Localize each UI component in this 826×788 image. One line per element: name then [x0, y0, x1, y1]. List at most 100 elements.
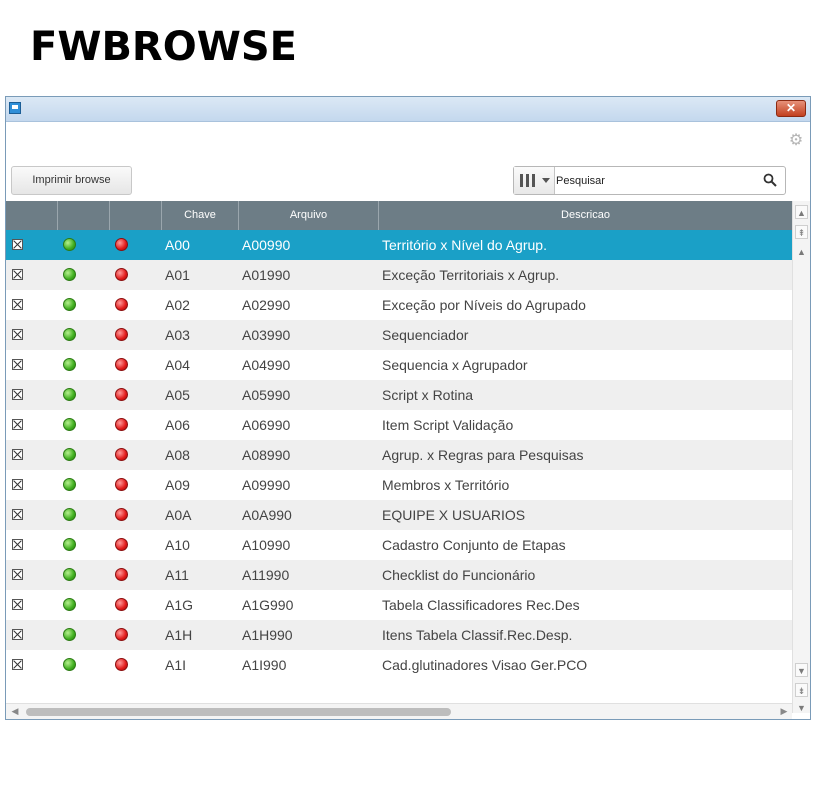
row-mark-checkbox[interactable] — [12, 659, 23, 670]
horizontal-scrollbar[interactable]: ◀ ▶ — [6, 703, 792, 719]
table-row[interactable]: A08 A08990 Agrup. x Regras para Pesquisas — [6, 440, 792, 470]
cell-chave: A06 — [165, 417, 190, 433]
green-status-icon — [63, 358, 76, 371]
column-header-arquivo[interactable]: Arquivo — [239, 201, 379, 230]
cell-chave: A09 — [165, 477, 190, 493]
cell-arquivo: A05990 — [242, 387, 291, 403]
row-mark-checkbox[interactable] — [12, 359, 23, 370]
page-title: FWBROWSE — [30, 24, 297, 70]
cell-chave: A01 — [165, 267, 190, 283]
red-status-icon — [115, 418, 128, 431]
green-status-icon — [63, 268, 76, 281]
row-mark-checkbox[interactable] — [12, 239, 23, 250]
search-box — [513, 166, 786, 195]
vertical-scrollbar[interactable]: ▲ ⇞ ▲ ▼ ⇟ ▼ — [792, 201, 810, 713]
cell-descricao: Território x Nível do Agrup. — [382, 237, 547, 253]
row-mark-checkbox[interactable] — [12, 569, 23, 580]
cell-chave: A1G — [165, 597, 194, 613]
green-status-icon — [63, 538, 76, 551]
window-titlebar[interactable]: ✕ — [6, 97, 810, 122]
scroll-top-icon[interactable]: ▲ — [795, 205, 808, 219]
close-button[interactable]: ✕ — [776, 100, 806, 117]
red-status-icon — [115, 568, 128, 581]
app-window-icon — [9, 102, 21, 114]
cell-arquivo: A1H990 — [242, 627, 293, 643]
cell-arquivo: A11990 — [242, 567, 290, 583]
row-mark-checkbox[interactable] — [12, 449, 23, 460]
table-row[interactable]: A02 A02990 Exceção por Níveis do Agrupado — [6, 290, 792, 320]
row-mark-checkbox[interactable] — [12, 479, 23, 490]
table-row[interactable]: A04 A04990 Sequencia x Agrupador — [6, 350, 792, 380]
cell-chave: A10 — [165, 537, 190, 553]
column-header-chave[interactable]: Chave — [162, 201, 239, 230]
cell-descricao: EQUIPE X USUARIOS — [382, 507, 526, 523]
cell-descricao: Sequencia x Agrupador — [382, 357, 528, 373]
green-status-icon — [63, 418, 76, 431]
green-status-icon — [63, 628, 76, 641]
cell-arquivo: A01990 — [242, 267, 291, 283]
green-status-icon — [63, 298, 76, 311]
red-status-icon — [115, 508, 128, 521]
red-status-icon — [115, 328, 128, 341]
horizontal-scroll-thumb[interactable] — [26, 708, 451, 716]
red-status-icon — [115, 658, 128, 671]
table-row[interactable]: A1G A1G990 Tabela Classificadores Rec.Des — [6, 590, 792, 620]
cell-arquivo: A03990 — [242, 327, 291, 343]
cell-chave: A04 — [165, 357, 190, 373]
table-row[interactable]: A1H A1H990 Itens Tabela Classif.Rec.Desp. — [6, 620, 792, 650]
scroll-left-icon[interactable]: ◀ — [9, 705, 21, 717]
scroll-right-icon[interactable]: ▶ — [778, 705, 790, 717]
table-row[interactable]: A1I A1I990 Cad.glutinadores Visao Ger.PCO — [6, 650, 792, 680]
red-status-icon — [115, 628, 128, 641]
table-row[interactable]: A00 A00990 Território x Nível do Agrup. — [6, 230, 792, 260]
red-status-icon — [115, 388, 128, 401]
grid-header: Chave Arquivo Descricao — [6, 201, 792, 230]
cell-chave: A0A — [165, 507, 192, 523]
table-row[interactable]: A09 A09990 Membros x Território — [6, 470, 792, 500]
green-status-icon — [63, 328, 76, 341]
column-header-mark[interactable] — [6, 201, 58, 230]
table-row[interactable]: A03 A03990 Sequenciador — [6, 320, 792, 350]
page-down-icon[interactable]: ⇟ — [795, 683, 808, 697]
columns-icon — [520, 174, 536, 187]
column-header-descricao[interactable]: Descricao — [379, 201, 792, 230]
table-row[interactable]: A05 A05990 Script x Rotina — [6, 380, 792, 410]
table-row[interactable]: A0A A0A990 EQUIPE X USUARIOS — [6, 500, 792, 530]
cell-descricao: Itens Tabela Classif.Rec.Desp. — [382, 627, 573, 643]
cell-chave: A1I — [165, 657, 187, 673]
print-browse-button[interactable]: Imprimir browse — [11, 166, 132, 195]
cell-arquivo: A08990 — [242, 447, 291, 463]
green-status-icon — [63, 478, 76, 491]
row-mark-checkbox[interactable] — [12, 329, 23, 340]
row-mark-checkbox[interactable] — [12, 599, 23, 610]
column-header-legend-2[interactable] — [110, 201, 162, 230]
table-row[interactable]: A06 A06990 Item Script Validação — [6, 410, 792, 440]
scroll-down-icon[interactable]: ▼ — [795, 663, 808, 677]
search-icon[interactable] — [763, 173, 777, 187]
search-input[interactable] — [556, 171, 756, 190]
chevron-down-icon — [542, 178, 550, 183]
row-mark-checkbox[interactable] — [12, 419, 23, 430]
column-selector-button[interactable] — [514, 167, 555, 194]
page-up-icon[interactable]: ⇞ — [795, 225, 808, 239]
scroll-bottom-icon[interactable]: ▼ — [795, 701, 808, 715]
table-row[interactable]: A10 A10990 Cadastro Conjunto de Etapas — [6, 530, 792, 560]
scroll-up-icon[interactable]: ▲ — [795, 245, 808, 259]
cell-arquivo: A0A990 — [242, 507, 292, 523]
browse-grid: Chave Arquivo Descricao A00 A00990 Territó… — [6, 201, 792, 697]
cell-arquivo: A10990 — [242, 537, 291, 553]
table-row[interactable]: A11 A11990 Checklist do Funcionário — [6, 560, 792, 590]
cell-arquivo: A04990 — [242, 357, 291, 373]
column-header-legend-1[interactable] — [58, 201, 110, 230]
row-mark-checkbox[interactable] — [12, 539, 23, 550]
row-mark-checkbox[interactable] — [12, 269, 23, 280]
row-mark-checkbox[interactable] — [12, 629, 23, 640]
table-row[interactable]: A01 A01990 Exceção Territoriais x Agrup. — [6, 260, 792, 290]
cell-descricao: Exceção por Níveis do Agrupado — [382, 297, 586, 313]
cell-chave: A03 — [165, 327, 190, 343]
cell-descricao: Script x Rotina — [382, 387, 474, 403]
row-mark-checkbox[interactable] — [12, 509, 23, 520]
row-mark-checkbox[interactable] — [12, 299, 23, 310]
gear-icon[interactable]: ⚙ — [788, 133, 804, 149]
row-mark-checkbox[interactable] — [12, 389, 23, 400]
